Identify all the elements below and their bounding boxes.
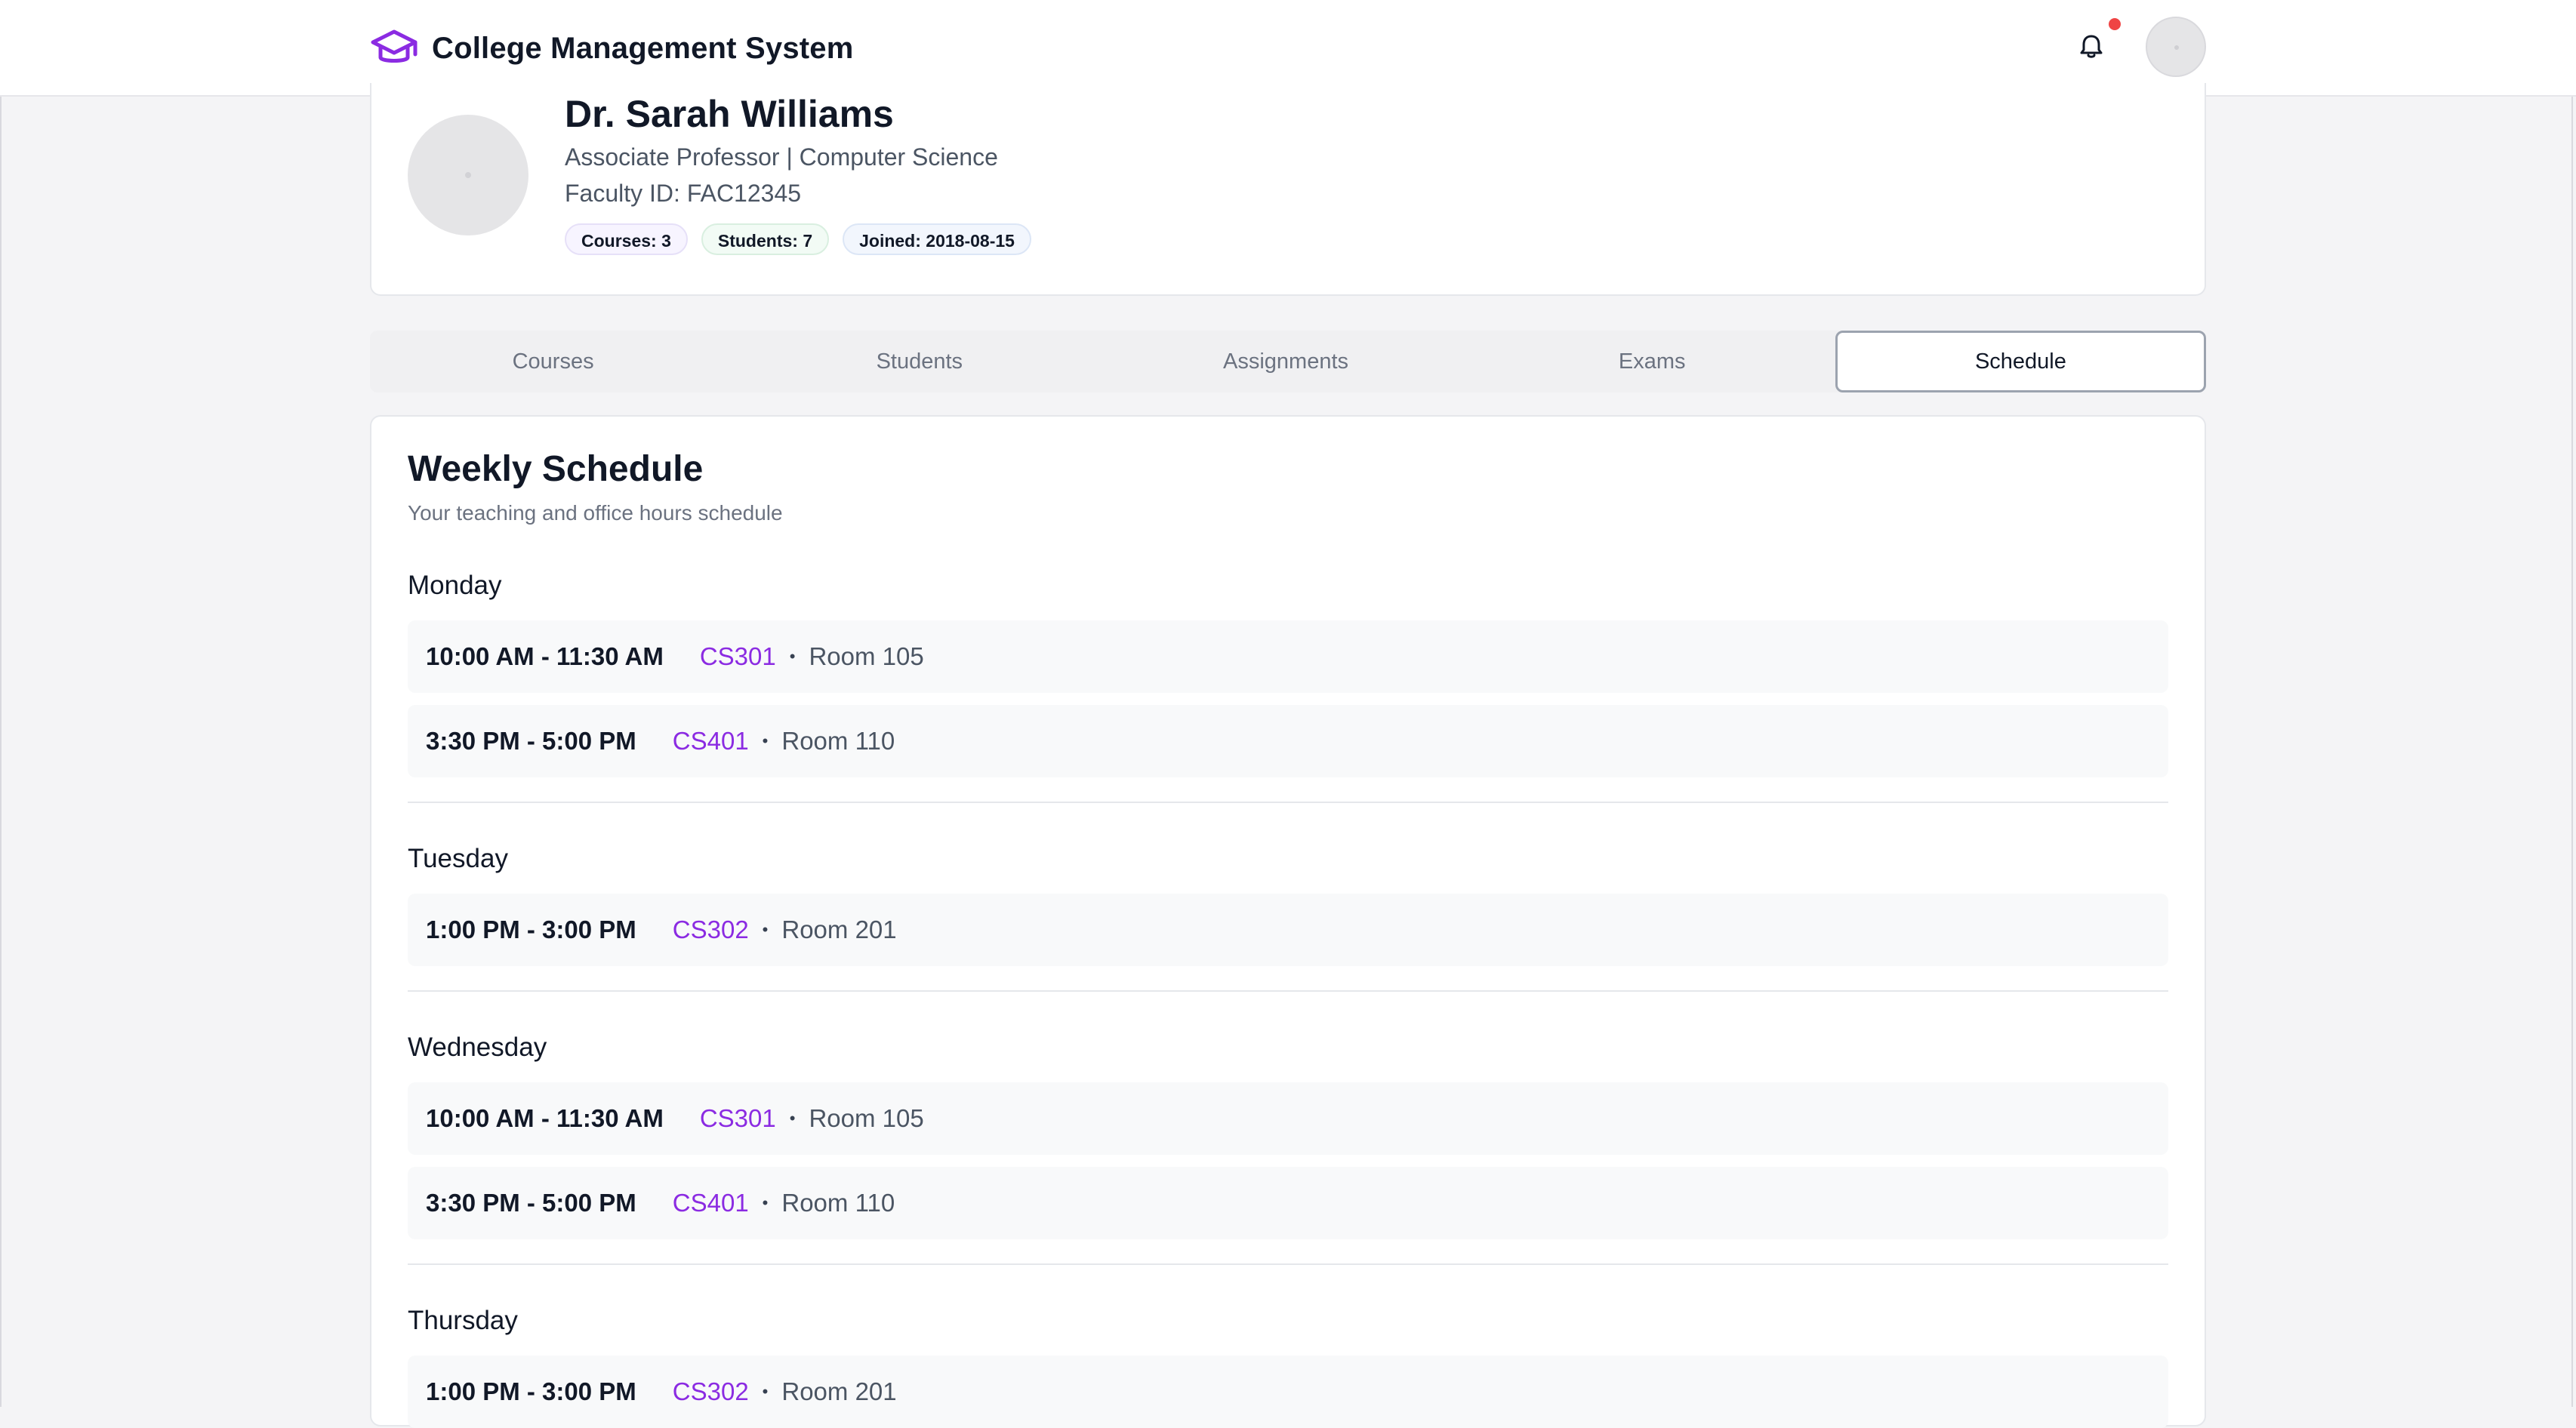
entry-time: 10:00 AM - 11:30 AM	[426, 1104, 664, 1132]
dashboard-tabs: Courses Students Assignments Exams Sched…	[370, 331, 2207, 392]
entry-course-link[interactable]: CS302	[673, 916, 749, 944]
entry-room: Room 105	[809, 1104, 924, 1132]
schedule-entry[interactable]: 3:30 PM - 5:00 PM CS401 • Room 110	[408, 1167, 2168, 1239]
entry-course-link[interactable]: CS302	[673, 1377, 749, 1406]
tab-assignments[interactable]: Assignments	[1102, 331, 1468, 392]
day-heading-thursday: Thursday	[408, 1306, 518, 1335]
user-avatar-button[interactable]	[2146, 17, 2206, 77]
entry-room: Room 201	[781, 916, 897, 943]
separator-dot: •	[762, 731, 769, 750]
separator-dot: •	[789, 1109, 796, 1128]
entry-time: 10:00 AM - 11:30 AM	[426, 642, 664, 670]
day-heading-wednesday: Wednesday	[408, 1033, 547, 1062]
profile-avatar	[408, 115, 528, 235]
schedule-entry[interactable]: 1:00 PM - 3:00 PM CS302 • Room 201	[408, 894, 2168, 966]
schedule-entry[interactable]: 3:30 PM - 5:00 PM CS401 • Room 110	[408, 705, 2168, 777]
bell-icon[interactable]	[2075, 30, 2108, 63]
entry-room: Room 110	[781, 727, 895, 755]
schedule-title: Weekly Schedule	[408, 449, 704, 489]
entry-room: Room 201	[781, 1377, 897, 1405]
entry-time: 3:30 PM - 5:00 PM	[426, 727, 636, 755]
tab-schedule[interactable]: Schedule	[1835, 331, 2207, 392]
app-title: College Management System	[432, 31, 854, 65]
tab-students[interactable]: Students	[736, 331, 1102, 392]
day-divider	[408, 1263, 2168, 1265]
entry-course-link[interactable]: CS401	[673, 727, 749, 756]
brand[interactable]: College Management System	[370, 26, 854, 71]
profile-name: Dr. Sarah Williams	[565, 93, 894, 135]
notification-dot	[2109, 18, 2121, 30]
top-navbar: College Management System	[0, 0, 2576, 97]
entry-room: Room 110	[781, 1189, 895, 1217]
entry-time: 1:00 PM - 3:00 PM	[426, 916, 636, 943]
day-divider	[408, 990, 2168, 992]
separator-dot: •	[762, 1193, 769, 1212]
day-divider	[408, 802, 2168, 803]
profile-stats: Courses: 3 Students: 7 Joined: 2018-08-1…	[565, 223, 1031, 255]
separator-dot: •	[789, 647, 796, 666]
schedule-entry[interactable]: 10:00 AM - 11:30 AM CS301 • Room 105	[408, 620, 2168, 693]
schedule-subtitle: Your teaching and office hours schedule	[408, 501, 783, 525]
faculty-id: Faculty ID: FAC12345	[565, 180, 802, 207]
schedule-entry[interactable]: 1:00 PM - 3:00 PM CS302 • Room 201	[408, 1356, 2168, 1428]
schedule-entry[interactable]: 10:00 AM - 11:30 AM CS301 • Room 105	[408, 1082, 2168, 1155]
weekly-schedule-card: Weekly Schedule Your teaching and office…	[370, 415, 2206, 1428]
entry-time: 1:00 PM - 3:00 PM	[426, 1377, 636, 1405]
joined-date-badge: Joined: 2018-08-15	[843, 223, 1031, 255]
entry-course-link[interactable]: CS401	[673, 1189, 749, 1217]
graduation-cap-icon	[371, 29, 418, 63]
profile-card: Dr. Sarah Williams Associate Professor |…	[370, 83, 2206, 296]
day-heading-monday: Monday	[408, 571, 502, 600]
entry-course-link[interactable]: CS301	[700, 642, 776, 671]
separator-dot: •	[762, 920, 769, 939]
day-heading-tuesday: Tuesday	[408, 844, 508, 873]
entry-room: Room 105	[809, 642, 924, 670]
profile-title: Associate Professor | Computer Science	[565, 143, 998, 171]
tab-exams[interactable]: Exams	[1469, 331, 1835, 392]
entry-time: 3:30 PM - 5:00 PM	[426, 1189, 636, 1217]
entry-course-link[interactable]: CS301	[700, 1104, 776, 1133]
courses-count-badge: Courses: 3	[565, 223, 688, 255]
separator-dot: •	[762, 1382, 769, 1401]
students-count-badge: Students: 7	[701, 223, 830, 255]
tab-courses[interactable]: Courses	[370, 331, 736, 392]
